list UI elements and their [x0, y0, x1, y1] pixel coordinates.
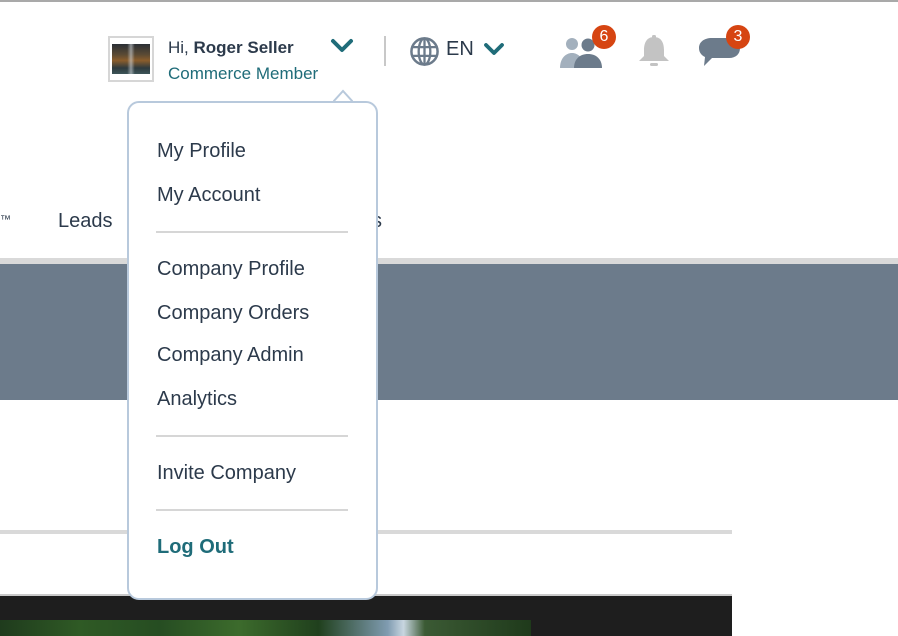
language-code[interactable]: EN: [446, 38, 474, 61]
avatar-photo: [112, 44, 150, 74]
logout-button[interactable]: Log Out: [157, 536, 234, 559]
bell-icon[interactable]: [636, 34, 672, 68]
media-image-landscape: [0, 620, 531, 636]
avatar[interactable]: [108, 36, 154, 82]
user-name: Roger Seller: [193, 38, 294, 57]
menu-separator: [156, 231, 348, 233]
top-border: [0, 0, 898, 2]
connections-badge: 6: [592, 25, 616, 49]
menu-item-invite-company[interactable]: Invite Company: [157, 462, 296, 485]
menu-item-company-admin[interactable]: Company Admin: [157, 344, 304, 367]
nav-item-leads[interactable]: Leads: [58, 210, 113, 233]
user-role: Commerce Member: [168, 64, 319, 83]
menu-item-my-profile[interactable]: My Profile: [157, 140, 246, 163]
menu-item-company-profile[interactable]: Company Profile: [157, 258, 305, 281]
user-greeting: Hi, Roger Seller: [168, 38, 294, 58]
language-chevron-down-icon[interactable]: [483, 42, 505, 57]
menu-item-my-account[interactable]: My Account: [157, 184, 260, 207]
menu-separator: [156, 509, 348, 511]
menu-item-company-orders[interactable]: Company Orders: [157, 302, 309, 325]
menu-separator: [156, 435, 348, 437]
greeting-prefix: Hi,: [168, 38, 189, 57]
header-divider: [384, 36, 386, 66]
globe-icon[interactable]: [409, 36, 440, 67]
user-menu-chevron-down-icon[interactable]: [330, 38, 354, 54]
menu-item-analytics[interactable]: Analytics: [157, 388, 237, 411]
nav-trademark-fragment: ™: [0, 214, 11, 226]
messages-badge: 3: [726, 25, 750, 49]
